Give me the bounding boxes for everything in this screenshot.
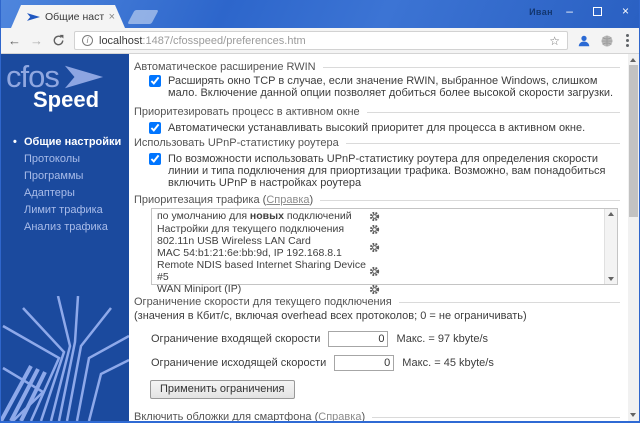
upnp-option-label: По возможности использовать UPnP-статист… [168, 153, 606, 189]
tx-limit-label: Ограничение исходящей скорости [151, 357, 327, 369]
priority-option-label: Автоматически устанавливать высокий прио… [168, 122, 586, 134]
browser-toolbar: ← → i localhost:1487/cfosspeed/preferenc… [1, 28, 639, 54]
scroll-up-icon[interactable] [608, 212, 614, 216]
gear-icon[interactable] [369, 242, 380, 253]
active-bullet: • [13, 136, 17, 148]
traffic-help-link[interactable]: Справка [266, 194, 309, 206]
url-host: localhost [99, 34, 143, 47]
sidebar-item-adapters[interactable]: Адаптеры [1, 186, 129, 201]
sidebar-item-programs[interactable]: Программы [1, 169, 129, 184]
connections-listbox: по умолчанию для новых подключений Настр… [151, 208, 618, 295]
section-traffic-title: Приоритезация трафика (Справка) [134, 194, 620, 207]
url-path: :1487/cfosspeed/preferences.htm [142, 34, 306, 47]
browser-window: Общие настройки × Иван – × ← → i localho… [0, 0, 640, 423]
rx-limit-label: Ограничение входящей скорости [151, 333, 321, 345]
listbox-scrollbar[interactable] [604, 209, 617, 284]
page-info-icon[interactable]: i [82, 35, 93, 46]
sidebar-item-traffic-limit[interactable]: Лимит трафика [1, 203, 129, 218]
page-scrollbar[interactable] [628, 54, 639, 421]
gear-icon[interactable] [369, 284, 380, 295]
section-upnp-title: Использовать UPnP-статистику роутера [134, 137, 620, 150]
speed-limit-note: (значения в Кбит/с, включая overhead все… [134, 310, 527, 322]
upnp-option: По возможности использовать UPnP-статист… [149, 153, 617, 189]
section-speed-limit-title: Ограничение скорости для текущего подклю… [134, 296, 620, 309]
chrome-menu-icon[interactable] [623, 34, 632, 47]
cfos-favicon-icon [27, 12, 40, 22]
gear-icon[interactable] [369, 224, 380, 235]
close-button[interactable]: × [622, 5, 629, 17]
preferences-page: Автоматическое расширение RWIN Расширять… [129, 54, 628, 421]
gear-icon[interactable] [369, 211, 380, 222]
apply-limits-button[interactable]: Применить ограничения [150, 380, 295, 399]
sidebar-decoration [1, 296, 129, 421]
skins-help-link[interactable]: Справка [318, 411, 361, 421]
scroll-up-icon[interactable] [630, 58, 636, 62]
tab-close-icon[interactable]: × [109, 12, 115, 22]
profile-name[interactable]: Иван [529, 7, 553, 17]
list-item-wan-miniport[interactable]: WAN Miniport (IP) [152, 283, 601, 296]
minimize-button[interactable]: – [566, 5, 573, 17]
rx-max-label: Макс. = 97 kbyte/s [396, 333, 489, 345]
sidebar: cfos Speed • Общие настройки Протоколы П… [1, 54, 129, 421]
extension-profile-icon[interactable] [577, 34, 591, 48]
sidebar-item-general[interactable]: • Общие настройки [1, 135, 129, 150]
list-item-wlan[interactable]: 802.11n USB Wireless LAN Card MAC 54:b1:2… [152, 235, 601, 259]
url-text: localhost:1487/cfosspeed/preferences.htm [99, 35, 543, 47]
list-item-current[interactable]: Настройки для текущего подключения [152, 223, 601, 236]
back-icon[interactable]: ← [8, 33, 21, 48]
list-item-default[interactable]: по умолчанию для новых подключений [152, 210, 601, 223]
reload-icon[interactable] [52, 34, 65, 47]
scroll-down-icon[interactable] [630, 413, 636, 417]
cfosspeed-logo: cfos Speed [1, 54, 129, 113]
rwin-option-label: Расширять окно TCP в случае, если значен… [168, 75, 614, 99]
sidebar-item-traffic-analysis[interactable]: Анализ трафика [1, 220, 129, 235]
title-bar: Общие настройки × Иван – × [1, 0, 639, 28]
browser-tab[interactable]: Общие настройки × [11, 5, 125, 28]
extension-globe-icon[interactable] [600, 34, 614, 48]
list-item-ndis[interactable]: Remote NDIS based Internet Sharing Devic… [152, 259, 601, 283]
tab-title: Общие настройки [45, 10, 104, 23]
rwin-checkbox[interactable] [149, 75, 161, 87]
scrollbar-thumb[interactable] [629, 65, 638, 217]
rx-limit-input[interactable] [328, 331, 389, 347]
gear-icon[interactable] [369, 266, 380, 277]
rx-limit-row: Ограничение входящей скорости Макс. = 97… [151, 331, 620, 347]
sidebar-menu: • Общие настройки Протоколы Программы Ад… [1, 135, 129, 235]
bookmark-star-icon[interactable]: ☆ [549, 34, 560, 48]
section-skins-title: Включить обложки для смартфона (Справка) [134, 411, 620, 421]
rwin-option: Расширять окно TCP в случае, если значен… [149, 75, 617, 99]
upnp-checkbox[interactable] [149, 153, 161, 165]
priority-checkbox[interactable] [149, 122, 161, 134]
tx-limit-row: Ограничение исходящей скорости Макс. = 4… [151, 355, 620, 371]
forward-icon[interactable]: → [30, 33, 43, 48]
section-priority-title: Приоритезировать процесс в активном окне [134, 106, 620, 119]
section-rwin-title: Автоматическое расширение RWIN [134, 61, 620, 74]
sidebar-item-protocols[interactable]: Протоколы [1, 152, 129, 167]
tx-max-label: Макс. = 45 kbyte/s [402, 357, 494, 369]
new-tab-button[interactable] [127, 10, 159, 24]
maximize-button[interactable] [592, 6, 602, 16]
scroll-down-icon[interactable] [608, 277, 614, 281]
tx-limit-input[interactable] [334, 355, 395, 371]
address-bar[interactable]: i localhost:1487/cfosspeed/preferences.h… [74, 31, 568, 50]
priority-option: Автоматически устанавливать высокий прио… [149, 122, 617, 134]
logo-text-speed: Speed [33, 87, 100, 112]
